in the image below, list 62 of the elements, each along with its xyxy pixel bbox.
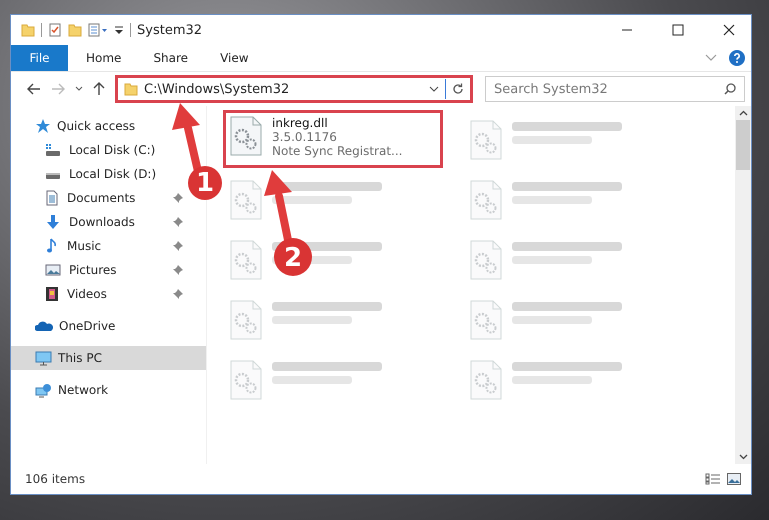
ribbon-tab[interactable]: Share xyxy=(139,45,202,71)
pin-icon[interactable] xyxy=(173,193,183,203)
drive-icon xyxy=(45,143,61,157)
scroll-up-icon[interactable] xyxy=(738,110,748,116)
dll-file-icon xyxy=(230,360,262,400)
up-arrow-icon[interactable] xyxy=(93,82,105,96)
document-icon xyxy=(45,190,59,206)
download-arrow-icon xyxy=(45,214,61,230)
scrollbar-thumb[interactable] xyxy=(736,120,750,170)
dll-file-icon xyxy=(470,240,502,280)
chevron-down-icon[interactable] xyxy=(75,86,83,92)
checklist-icon[interactable] xyxy=(48,23,62,37)
dll-file-icon xyxy=(470,180,502,220)
music-note-icon xyxy=(45,238,59,254)
ribbon-tab[interactable]: View xyxy=(206,45,263,71)
search-field[interactable]: Search System32 xyxy=(485,76,745,102)
chevron-down-icon[interactable] xyxy=(429,86,439,92)
details-view-icon[interactable] xyxy=(705,473,721,485)
refresh-icon[interactable] xyxy=(452,83,464,95)
search-icon xyxy=(724,83,736,95)
properties-icon[interactable] xyxy=(88,23,108,37)
cloud-icon xyxy=(35,320,53,332)
pin-icon[interactable] xyxy=(173,265,183,275)
back-arrow-icon[interactable] xyxy=(27,83,41,95)
dll-file-icon xyxy=(230,180,262,220)
pin-icon[interactable] xyxy=(173,217,183,227)
network-icon xyxy=(35,382,52,398)
help-icon[interactable] xyxy=(729,50,745,66)
file-detail: 3.5.0.1176 xyxy=(272,130,338,144)
file-detail: Note Sync Registrat... xyxy=(272,144,402,158)
folder-icon xyxy=(124,82,138,96)
close-icon xyxy=(722,24,734,36)
dll-file-icon xyxy=(230,300,262,340)
film-icon xyxy=(45,286,59,302)
maximize-icon xyxy=(672,24,684,36)
dll-file-icon xyxy=(470,300,502,340)
nav-item[interactable]: Music xyxy=(11,234,187,258)
address-bar[interactable]: C:\Windows\System32 xyxy=(115,75,473,103)
pin-icon[interactable] xyxy=(173,289,183,299)
dll-file-icon xyxy=(230,116,262,156)
file-tab[interactable]: File xyxy=(11,45,68,71)
nav-item[interactable]: Videos xyxy=(11,282,187,306)
nav-item[interactable]: Pictures xyxy=(11,258,187,282)
ribbon-tab[interactable]: Home xyxy=(72,45,136,71)
address-path: C:\Windows\System32 xyxy=(144,82,290,96)
scroll-down-icon[interactable] xyxy=(738,454,748,460)
item-count: 106 items xyxy=(25,472,86,486)
dll-file-icon xyxy=(470,360,502,400)
nav-item[interactable]: This PC xyxy=(11,346,206,370)
nav-item[interactable]: Downloads xyxy=(11,210,187,234)
star-icon xyxy=(35,118,51,134)
window-title: System32 xyxy=(137,22,202,38)
pin-icon[interactable] xyxy=(173,241,183,251)
large-icons-view-icon[interactable] xyxy=(727,473,741,485)
file-name: inkreg.dll xyxy=(272,116,329,130)
monitor-icon xyxy=(35,350,52,366)
dll-file-icon xyxy=(470,120,502,160)
scrollbar[interactable] xyxy=(735,106,751,464)
nav-item[interactable]: Network xyxy=(11,378,206,402)
picture-icon xyxy=(45,263,61,277)
nav-item[interactable]: OneDrive xyxy=(11,314,206,338)
dll-file-icon xyxy=(230,240,262,280)
